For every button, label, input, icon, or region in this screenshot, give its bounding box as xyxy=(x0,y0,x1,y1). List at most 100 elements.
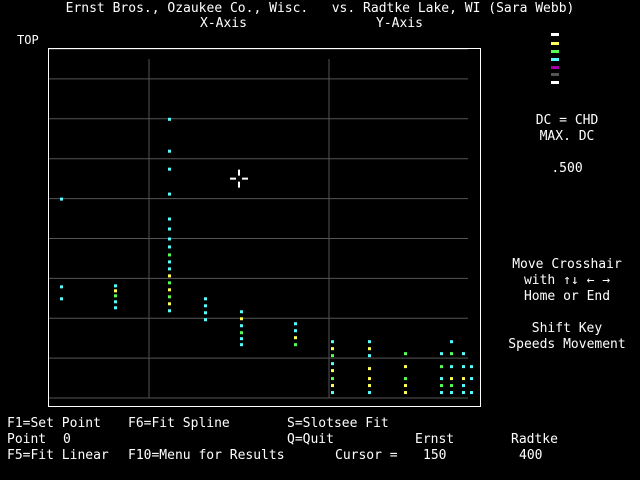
window-title: Ernst Bros., Ozaukee Co., Wisc. vs. Radt… xyxy=(65,1,575,16)
data-point-10-1 xyxy=(450,352,453,356)
slotsee-fit-key[interactable]: S=Slotsee Fit xyxy=(287,416,389,431)
data-point-8-0 xyxy=(404,352,407,356)
data-point-5-3 xyxy=(294,343,297,347)
data-point-6-5 xyxy=(331,377,334,381)
max-dc-value: .500 xyxy=(551,161,583,176)
data-point-3-3 xyxy=(204,318,207,322)
data-point-8-4 xyxy=(404,391,407,395)
data-point-8-3 xyxy=(404,384,407,388)
data-point-3-1 xyxy=(204,304,207,308)
data-point-11-2 xyxy=(462,377,465,381)
legend-swatch-4 xyxy=(551,66,559,69)
data-point-5-2 xyxy=(294,336,297,340)
data-point-7-0 xyxy=(368,340,371,344)
data-point-9-2 xyxy=(440,377,443,381)
cursor-x-value: 150 xyxy=(423,448,447,463)
data-point-7-3 xyxy=(368,367,371,371)
data-point-10-3 xyxy=(450,377,453,381)
legend-swatch-1 xyxy=(551,42,559,45)
data-point-2-7 xyxy=(168,245,171,249)
legend-swatch-5 xyxy=(551,73,559,76)
data-point-8-2 xyxy=(404,377,407,381)
data-point-6-2 xyxy=(331,354,334,358)
legend-swatch-0 xyxy=(551,33,559,36)
data-point-10-5 xyxy=(450,391,453,395)
radtke-header: Radtke xyxy=(511,432,558,447)
data-point-12-1 xyxy=(470,377,473,381)
data-point-10-2 xyxy=(450,365,453,369)
data-point-9-4 xyxy=(440,391,443,395)
data-point-4-0 xyxy=(240,310,243,314)
data-point-5-0 xyxy=(294,322,297,326)
data-point-2-16 xyxy=(168,309,171,313)
data-point-4-4 xyxy=(240,337,243,341)
data-point-2-10 xyxy=(168,267,171,271)
data-point-0-2 xyxy=(60,297,63,301)
data-point-2-8 xyxy=(168,253,171,257)
data-point-1-2 xyxy=(114,294,117,298)
data-point-2-12 xyxy=(168,281,171,285)
data-point-11-3 xyxy=(462,384,465,388)
f6-fit-spline-key[interactable]: F6=Fit Spline xyxy=(128,416,230,431)
data-point-4-3 xyxy=(240,331,243,335)
data-point-2-4 xyxy=(168,217,171,221)
crosshair-cursor[interactable] xyxy=(230,169,248,188)
data-point-2-14 xyxy=(168,295,171,299)
data-point-2-15 xyxy=(168,302,171,306)
data-point-10-4 xyxy=(450,384,453,388)
data-point-7-6 xyxy=(368,391,371,395)
cursor-label: Cursor = xyxy=(335,448,398,463)
data-point-3-2 xyxy=(204,311,207,315)
f5-fit-linear-key[interactable]: F5=Fit Linear xyxy=(7,448,109,463)
data-point-2-13 xyxy=(168,288,171,292)
data-point-1-1 xyxy=(114,289,117,293)
data-point-8-1 xyxy=(404,365,407,369)
data-point-2-3 xyxy=(168,192,171,196)
data-point-2-5 xyxy=(168,227,171,231)
data-point-4-5 xyxy=(240,343,243,347)
data-point-0-1 xyxy=(60,285,63,289)
data-point-9-1 xyxy=(440,365,443,369)
plot-area[interactable] xyxy=(48,48,481,407)
data-point-2-6 xyxy=(168,237,171,241)
legend-swatch-2 xyxy=(551,50,559,53)
data-point-6-7 xyxy=(331,391,334,395)
ernst-header: Ernst xyxy=(415,432,455,447)
data-point-1-3 xyxy=(114,300,117,304)
f1-set-point-key[interactable]: F1=Set Point xyxy=(7,416,101,431)
data-point-11-1 xyxy=(462,365,465,369)
data-point-6-4 xyxy=(331,369,334,373)
data-point-7-1 xyxy=(368,347,371,351)
data-point-11-4 xyxy=(462,391,465,395)
data-point-10-0 xyxy=(450,340,453,344)
scatter-plot[interactable] xyxy=(49,49,482,408)
data-point-7-5 xyxy=(368,384,371,388)
cursor-y-value: 400 xyxy=(519,448,543,463)
data-point-0-0 xyxy=(60,197,63,201)
data-point-12-2 xyxy=(470,391,473,395)
data-point-2-2 xyxy=(168,167,171,171)
data-point-2-11 xyxy=(168,274,171,278)
data-point-2-1 xyxy=(168,149,171,153)
data-point-6-0 xyxy=(331,340,334,344)
point-label: Point xyxy=(7,432,47,447)
data-point-11-0 xyxy=(462,352,465,356)
top-label: TOP xyxy=(17,33,39,47)
instruction-line3: Home or End xyxy=(523,289,611,304)
data-point-6-3 xyxy=(331,362,334,366)
instruction-line5: Speeds Movement xyxy=(508,337,626,352)
data-point-4-2 xyxy=(240,324,243,328)
data-point-1-4 xyxy=(114,306,117,310)
data-point-6-6 xyxy=(331,384,334,388)
data-point-7-2 xyxy=(368,354,371,358)
instruction-line4: Shift Key xyxy=(531,321,603,336)
x-axis-label: X-Axis xyxy=(200,16,247,31)
data-point-6-1 xyxy=(331,347,334,351)
instruction-line1: Move Crosshair xyxy=(512,257,622,272)
instruction-line2: with ↑↓ ← → xyxy=(523,273,611,288)
data-point-7-4 xyxy=(368,377,371,381)
f10-menu-results-key[interactable]: F10=Menu for Results xyxy=(128,448,285,463)
quit-key[interactable]: Q=Quit xyxy=(287,432,334,447)
data-point-3-0 xyxy=(204,297,207,301)
data-point-4-1 xyxy=(240,317,243,321)
